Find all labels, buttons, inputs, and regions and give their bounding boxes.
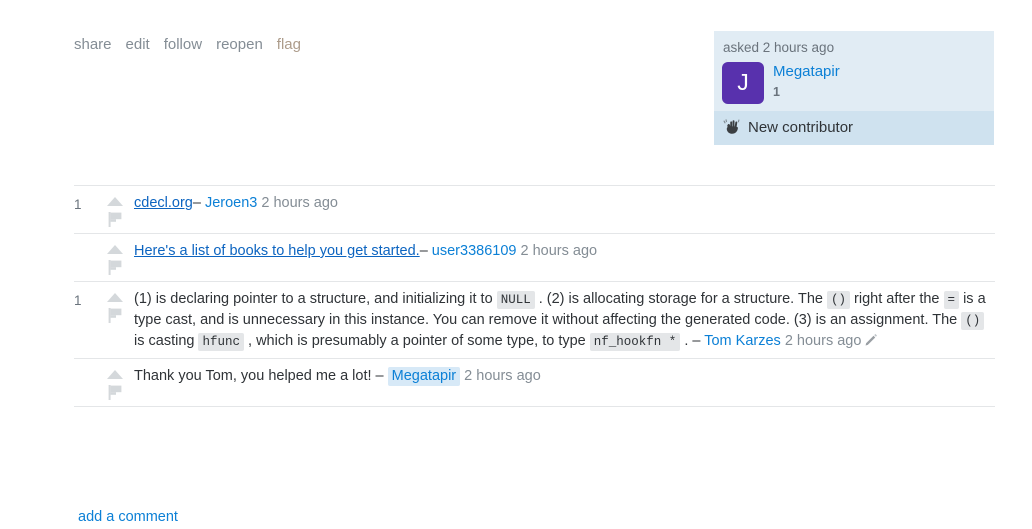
comment-row: 1 (1) is declaring pointer to a structure…: [74, 281, 995, 358]
owner-reputation: 1: [773, 85, 780, 100]
comment-edit-pencil-icon[interactable]: [865, 332, 878, 346]
comment-score: 1: [74, 293, 82, 308]
comment-upvote-icon[interactable]: [107, 369, 123, 379]
new-contributor-label: New contributor: [748, 118, 854, 136]
asked-timestamp: asked 2 hours ago: [723, 40, 835, 55]
post-menu-share[interactable]: share: [74, 36, 112, 53]
comment-flag-icon[interactable]: [108, 260, 122, 275]
comment-text-link[interactable]: cdecl.org: [134, 195, 193, 211]
comment-actions: [96, 366, 134, 400]
post-menu: share edit follow reopen flag: [74, 36, 301, 53]
comment-actions: [96, 193, 134, 227]
comment-timestamp: 2 hours ago: [464, 367, 541, 384]
comment-text-link[interactable]: Here's a list of books to help you get s…: [134, 243, 420, 259]
comment-text: Thank you Tom, you helped me a lot!: [134, 367, 376, 384]
inline-code: nf_hookfn *: [589, 332, 681, 351]
comment-author-link[interactable]: Jeroen3: [205, 195, 257, 211]
comment-dash: –: [419, 243, 428, 259]
comment-body: cdecl.org– Jeroen3 2 hours ago: [134, 193, 995, 214]
avatar[interactable]: J: [722, 61, 764, 104]
owner-username-link[interactable]: Megatapir: [773, 63, 840, 82]
comment-dash: –: [375, 367, 384, 384]
comment-score: [74, 241, 96, 243]
comment-timestamp: 2 hours ago: [784, 332, 862, 349]
comments-list: 1 cdecl.org– Jeroen3 2 hours ago Here's a …: [74, 185, 995, 407]
comment-actions: [96, 241, 134, 275]
owner-card-body: asked 2 hours ago J Megatapir 1: [714, 31, 994, 111]
inline-code: (): [827, 291, 851, 309]
comment-text: , which is presumably a pointer of some …: [248, 332, 590, 349]
comment-flag-icon[interactable]: [108, 308, 122, 323]
comment-author-link[interactable]: user3386109: [432, 243, 517, 259]
new-contributor-badge: New contributor: [714, 110, 994, 146]
comment-author-link[interactable]: Megatapir: [387, 366, 461, 386]
owner-details: Megatapir 1: [773, 62, 840, 101]
comment-body: Thank you Tom, you helped me a lot! – Me…: [134, 366, 995, 387]
inline-code: hfunc: [198, 332, 244, 351]
add-comment-link[interactable]: add a comment: [78, 509, 178, 525]
comment-timestamp: 2 hours ago: [520, 243, 598, 259]
inline-code: =: [943, 291, 960, 309]
post-menu-flag[interactable]: flag: [277, 36, 301, 53]
comment-body: Here's a list of books to help you get s…: [134, 241, 995, 262]
post-menu-reopen[interactable]: reopen: [216, 36, 263, 53]
comment-timestamp: 2 hours ago: [261, 195, 338, 211]
comment-body: (1) is declaring pointer to a structure,…: [134, 289, 995, 352]
comment-flag-icon[interactable]: [108, 384, 122, 400]
comment-author-link[interactable]: Tom Karzes: [704, 333, 781, 349]
comment-flag-icon[interactable]: [108, 212, 122, 227]
comment-text: right after the: [854, 291, 944, 307]
post-menu-follow[interactable]: follow: [164, 36, 202, 53]
comment-text: is casting: [134, 332, 199, 349]
comment-upvote-icon[interactable]: [107, 293, 123, 302]
comment-actions: [96, 289, 134, 323]
comment-score: 1: [74, 197, 82, 212]
inline-code: NULL: [496, 291, 535, 309]
owner-row: J Megatapir 1: [722, 61, 986, 104]
comment-dash: –: [692, 332, 701, 349]
post-footer-area: share edit follow reopen flag asked 2 hours …: [0, 0, 1032, 529]
add-comment: add a comment: [78, 509, 178, 525]
comment-row: Here's a list of books to help you get s…: [74, 233, 995, 281]
comment-text: (1) is declaring pointer to a structure,…: [134, 291, 497, 307]
comment-upvote-icon[interactable]: [107, 197, 123, 206]
owner-card: asked 2 hours ago J Megatapir 1 New cont…: [714, 31, 994, 146]
comment-dash: –: [192, 195, 201, 211]
comment-score: [74, 366, 96, 368]
waving-hand-icon: [723, 119, 741, 135]
inline-code: (): [961, 311, 985, 330]
comment-upvote-icon[interactable]: [107, 245, 123, 254]
comment-row: 1 cdecl.org– Jeroen3 2 hours ago: [74, 185, 995, 233]
comment-row: Thank you Tom, you helped me a lot! – Me…: [74, 357, 995, 407]
comment-text: . (2) is allocating storage for a struct…: [538, 291, 827, 307]
post-menu-edit[interactable]: edit: [126, 36, 150, 53]
